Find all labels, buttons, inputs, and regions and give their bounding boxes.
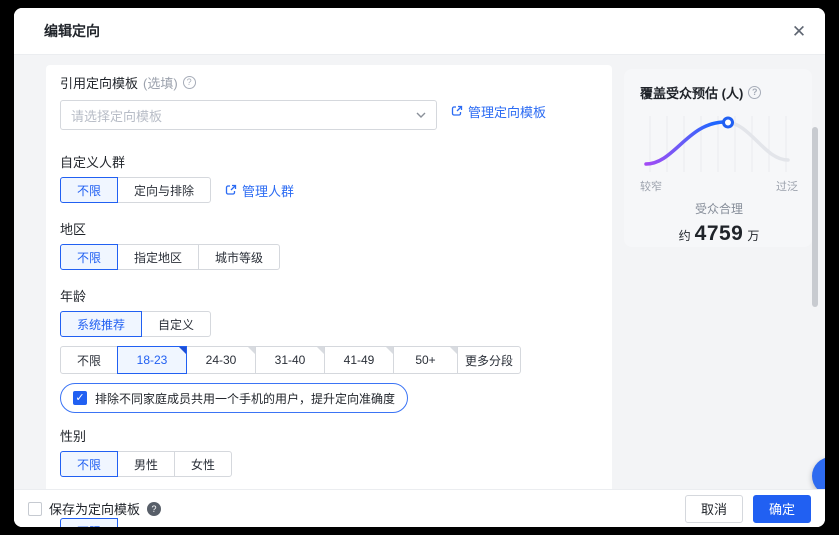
region-option-specified[interactable]: 指定地区 — [117, 244, 200, 270]
gender-option-female[interactable]: 女性 — [174, 451, 233, 477]
custom-audience-label: 自定义人群 — [60, 155, 126, 170]
manage-audience-link[interactable]: 管理人群 — [225, 181, 294, 200]
gender-group: 不限 男性 女性 — [60, 451, 612, 477]
gender-label: 性别 — [60, 429, 87, 444]
template-select-placeholder: 请选择定向模板 — [71, 108, 163, 124]
estimate-value-unit: 万 — [747, 229, 760, 243]
save-template-label: 保存为定向模板 — [49, 502, 141, 517]
confirm-button[interactable]: 确定 — [752, 494, 811, 523]
external-link-icon — [225, 184, 237, 195]
age-range-41-49[interactable]: 41-49 — [324, 346, 395, 374]
template-select[interactable]: 请选择定向模板 — [60, 100, 437, 130]
exclude-shared-device-pill: ✓ 排除不同家庭成员共用一个手机的用户，提升定向准确度 — [60, 383, 409, 413]
age-range-group: 不限 18-23 24-30 31-40 41-49 50+ 更多分段 — [60, 346, 612, 374]
gender-option-unlimited[interactable]: 不限 — [60, 451, 119, 477]
edit-targeting-modal: 编辑定向 ✕ 引用定向模板(选填) ? 请选择定向模板 管理定向模板 自定义人 — [14, 8, 825, 527]
chart-gridlines — [649, 116, 787, 172]
age-label: 年龄 — [60, 289, 87, 304]
help-icon-filled[interactable]: ? — [147, 501, 162, 516]
gender-option-male[interactable]: 男性 — [117, 451, 176, 477]
estimate-title-text: 覆盖受众预估 (人) — [640, 86, 744, 101]
estimate-right-label: 过泛 — [776, 181, 798, 193]
estimate-left-label: 较窄 — [640, 181, 662, 193]
estimate-title: 覆盖受众预估 (人) ? — [640, 83, 798, 102]
help-icon[interactable]: ? — [748, 86, 762, 99]
template-label-text: 引用定向模板 — [60, 76, 139, 91]
age-range-more[interactable]: 更多分段 — [457, 346, 522, 374]
modal-footer: 保存为定向模板 ? 取消 确定 — [14, 489, 825, 527]
estimate-value-number: 4759 — [694, 222, 744, 245]
checkbox-checked-icon[interactable]: ✓ — [73, 391, 87, 405]
age-range-24-30[interactable]: 24-30 — [186, 346, 257, 374]
region-label: 地区 — [60, 222, 87, 237]
modal-title: 编辑定向 — [44, 23, 100, 39]
curve-active-segment — [644, 120, 727, 166]
region-group: 不限 指定地区 城市等级 — [60, 244, 612, 270]
manage-audience-link-text: 管理人群 — [242, 183, 295, 199]
filter-option-unlimited[interactable]: 不限 — [60, 518, 119, 527]
exclude-shared-device-text: 排除不同家庭成员共用一个手机的用户，提升定向准确度 — [95, 391, 396, 406]
custom-audience-group: 不限 定向与排除 — [60, 177, 212, 203]
custom-audience-option-include-exclude[interactable]: 定向与排除 — [117, 177, 212, 203]
age-mode-system[interactable]: 系统推荐 — [60, 311, 143, 337]
age-mode-group: 系统推荐 自定义 — [60, 311, 612, 337]
targeting-form-panel: 引用定向模板 (选填) ? 请选择定向模板 管理定向模板 自定义人群 不限 定向与… — [46, 65, 637, 527]
modal-header: 编辑定向 ✕ — [14, 8, 825, 55]
save-template-checkbox[interactable] — [28, 501, 42, 516]
age-range-unlimited[interactable]: 不限 — [60, 346, 119, 374]
manage-template-link[interactable]: 管理定向模板 — [451, 102, 546, 121]
region-option-unlimited[interactable]: 不限 — [60, 244, 119, 270]
template-label-optional: (选填) — [143, 76, 178, 91]
template-section-label: 引用定向模板 (选填) ? — [60, 73, 612, 92]
help-icon[interactable]: ? — [182, 76, 196, 89]
age-range-31-40[interactable]: 31-40 — [255, 346, 326, 374]
estimate-value: 约 4759 万 — [640, 222, 798, 246]
cancel-button[interactable]: 取消 — [684, 494, 743, 523]
chevron-down-icon — [416, 112, 426, 118]
curve-peak-marker — [722, 116, 734, 129]
estimate-value-prefix: 约 — [678, 229, 691, 243]
age-mode-custom[interactable]: 自定义 — [141, 311, 212, 337]
modal-body: 引用定向模板 (选填) ? 请选择定向模板 管理定向模板 自定义人群 不限 定向与… — [14, 55, 825, 527]
audience-estimate-card: 覆盖受众预估 (人) ? 较窄 过泛 受众合理 约 4759 万 — [624, 69, 812, 247]
age-range-50plus[interactable]: 50+ — [393, 346, 459, 374]
close-icon[interactable]: ✕ — [789, 22, 809, 42]
external-link-icon — [451, 105, 463, 116]
region-option-city-tier[interactable]: 城市等级 — [198, 244, 281, 270]
estimate-center-label: 受众合理 — [694, 202, 743, 216]
manage-template-link-text: 管理定向模板 — [468, 104, 547, 120]
age-range-18-23[interactable]: 18-23 — [117, 346, 188, 374]
custom-audience-option-unlimited[interactable]: 不限 — [60, 177, 119, 203]
audience-estimate-curve-chart — [644, 116, 790, 172]
vertical-scrollbar-thumb[interactable] — [812, 127, 818, 307]
